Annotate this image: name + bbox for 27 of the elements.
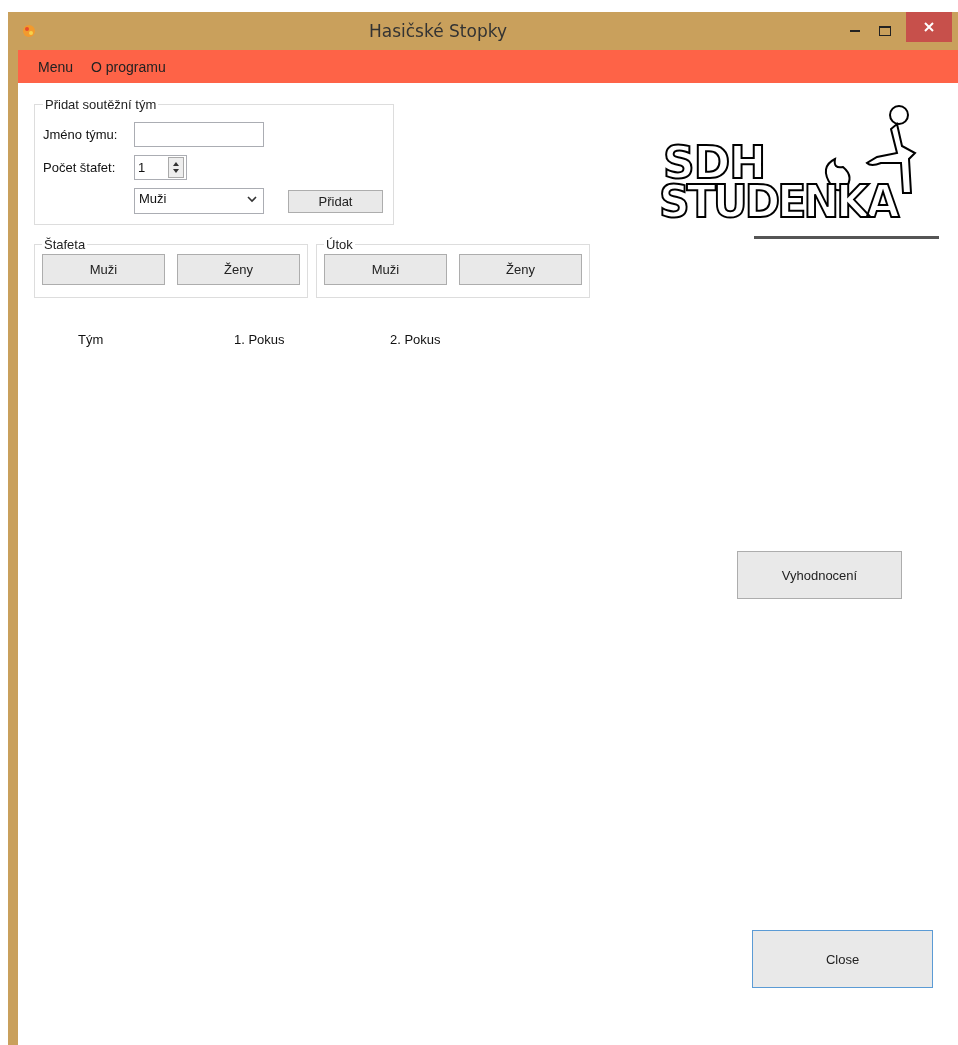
field-label: Počet štafet: — [43, 160, 117, 175]
menu-item[interactable]: Menu — [38, 58, 74, 75]
column-header: 1. Pokus — [234, 332, 285, 347]
field-label: Jméno týmu: — [43, 127, 119, 142]
close-button[interactable]: Close — [752, 930, 933, 988]
spinner-arrows-icon[interactable] — [168, 157, 184, 178]
team-name-field[interactable] — [134, 122, 264, 147]
menu-item[interactable]: O programu — [91, 58, 166, 75]
category-button[interactable]: Ženy — [177, 254, 300, 285]
group-title: Štafeta — [43, 237, 87, 252]
group-title: Přidat soutěžní tým — [44, 97, 158, 112]
close-window-button[interactable] — [906, 12, 952, 42]
maximize-icon — [879, 26, 891, 36]
evaluate-button[interactable]: Vyhodnocení — [737, 551, 902, 599]
app-icon — [22, 24, 36, 38]
column-header: Tým — [78, 332, 104, 347]
relay-count-spinner[interactable]: 1 — [134, 155, 187, 180]
column-header: 2. Pokus — [390, 332, 441, 347]
category-button[interactable]: Muži — [42, 254, 165, 285]
add-button[interactable]: Přidat — [288, 189, 383, 213]
category-dropdown[interactable]: Muži — [134, 188, 264, 214]
category-button[interactable]: Ženy — [459, 254, 582, 285]
group-title: Útok — [325, 237, 354, 252]
close-icon — [924, 22, 934, 32]
minimize-icon — [850, 29, 860, 33]
category-button[interactable]: Muži — [324, 254, 447, 285]
window-title: Hasičské Stopky — [367, 21, 508, 41]
